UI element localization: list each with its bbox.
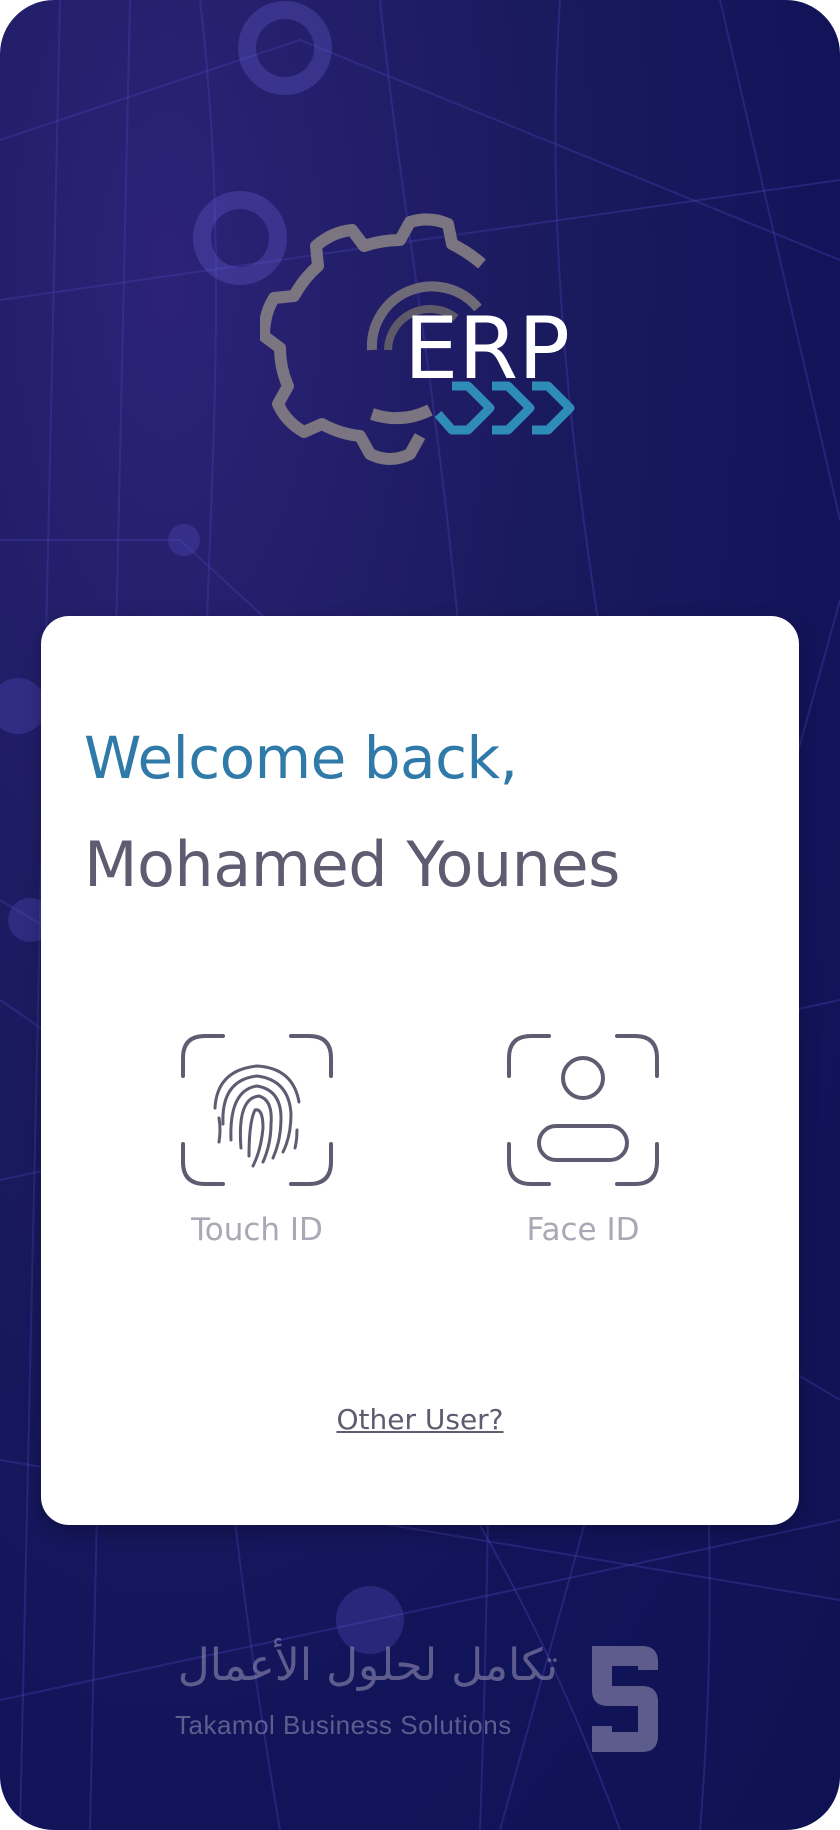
company-name-english: Takamol Business Solutions	[175, 1710, 512, 1740]
face-id-icon	[507, 1034, 659, 1186]
erp-logo: ERP	[260, 213, 575, 465]
login-screen: ERP Welcome back, Mohamed Younes Touch I…	[0, 0, 840, 1830]
touch-id-button[interactable]: Touch ID	[157, 1032, 357, 1248]
other-user-link[interactable]: Other User?	[336, 1403, 503, 1436]
login-card: Welcome back, Mohamed Younes Touch ID Fa…	[41, 616, 799, 1525]
company-brand: تكامل لحلول الأعمال Takamol Business Sol…	[170, 1640, 670, 1760]
face-id-label: Face ID	[526, 1212, 640, 1248]
takamol-logo-icon	[592, 1646, 658, 1752]
company-name-arabic: تكامل لحلول الأعمال	[177, 1640, 558, 1691]
user-name: Mohamed Younes	[84, 828, 620, 901]
other-user-container: Other User?	[41, 1403, 799, 1436]
welcome-heading: Welcome back,	[84, 724, 518, 792]
touch-id-label: Touch ID	[191, 1212, 323, 1248]
face-id-button[interactable]: Face ID	[483, 1032, 683, 1248]
fingerprint-icon	[181, 1034, 333, 1186]
